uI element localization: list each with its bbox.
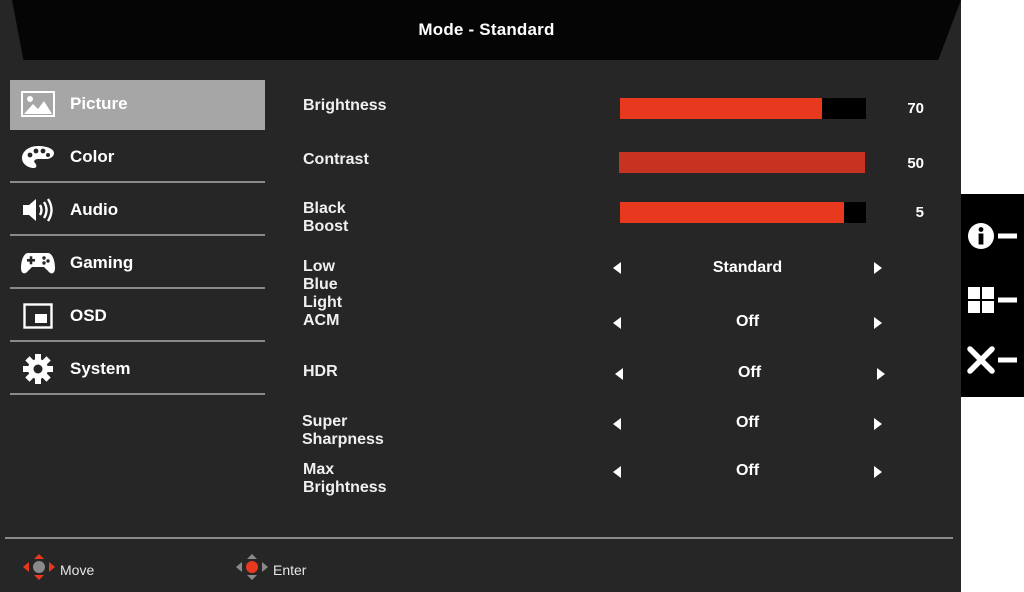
setting-label-black-boost: Black Boost bbox=[303, 200, 349, 235]
menu-item-label: System bbox=[70, 359, 131, 378]
contrast-slider[interactable] bbox=[619, 152, 865, 173]
hdr-value: Off bbox=[737, 364, 762, 381]
move-dpad-icon bbox=[22, 553, 56, 586]
picture-icon bbox=[20, 89, 56, 119]
max-brightness-left-arrow-icon[interactable] bbox=[613, 466, 621, 478]
hint-move: Move bbox=[22, 553, 94, 586]
menu-item-label: Picture bbox=[70, 94, 128, 113]
gamepad-icon bbox=[20, 248, 56, 278]
contrast-fill bbox=[619, 152, 865, 173]
max-brightness-value: Off bbox=[735, 462, 760, 479]
osd-window-icon bbox=[20, 301, 56, 331]
enter-dpad-icon bbox=[235, 553, 269, 586]
low-blue-light-left-arrow-icon[interactable] bbox=[613, 262, 621, 274]
setting-label-low-blue-light: Low Blue Light bbox=[303, 258, 343, 311]
palette-icon bbox=[20, 142, 56, 172]
speaker-icon bbox=[20, 195, 56, 225]
hdr-left-arrow-icon[interactable] bbox=[615, 368, 623, 380]
side-key-panel bbox=[961, 194, 1024, 397]
menu-item-picture[interactable]: Picture bbox=[10, 80, 265, 130]
menu-item-label: Color bbox=[70, 147, 115, 166]
menu-item-label: OSD bbox=[70, 306, 107, 325]
enter-label: Enter bbox=[273, 561, 307, 578]
menu-item-osd[interactable]: OSD bbox=[10, 292, 265, 342]
info-icon[interactable] bbox=[965, 219, 1021, 253]
brightness-value: 70 bbox=[907, 100, 924, 117]
setting-label-contrast: Contrast bbox=[303, 151, 369, 168]
acm-value: Off bbox=[735, 313, 760, 330]
page-title: Mode - Standard bbox=[418, 20, 555, 39]
grid-icon[interactable] bbox=[965, 283, 1021, 317]
menu-item-system[interactable]: System bbox=[10, 345, 265, 395]
contrast-value: 50 bbox=[907, 155, 924, 172]
black-boost-slider[interactable] bbox=[620, 202, 866, 223]
setting-label-acm: ACM bbox=[303, 312, 340, 329]
side-menu: Picture Color Audio Gaming OSD System bbox=[10, 80, 265, 398]
menu-item-audio[interactable]: Audio bbox=[10, 186, 265, 236]
low-blue-light-value: Standard bbox=[712, 259, 783, 276]
max-brightness-right-arrow-icon[interactable] bbox=[874, 466, 882, 478]
gear-icon bbox=[20, 354, 56, 384]
hdr-right-arrow-icon[interactable] bbox=[877, 368, 885, 380]
close-icon[interactable] bbox=[965, 343, 1021, 377]
acm-right-arrow-icon[interactable] bbox=[874, 317, 882, 329]
super-sharpness-value: Off bbox=[735, 414, 760, 431]
setting-label-super-sharpness: Super Sharpness bbox=[302, 413, 384, 448]
black-boost-value: 5 bbox=[915, 204, 924, 221]
super-sharpness-left-arrow-icon[interactable] bbox=[613, 418, 621, 430]
menu-item-label: Audio bbox=[70, 200, 119, 219]
setting-label-hdr: HDR bbox=[303, 363, 338, 380]
super-sharpness-right-arrow-icon[interactable] bbox=[874, 418, 882, 430]
hint-enter: Enter bbox=[235, 553, 306, 586]
osd-panel: Mode - Standard Picture Color Audio Gami… bbox=[0, 0, 961, 592]
menu-item-color[interactable]: Color bbox=[10, 133, 265, 183]
menu-item-gaming[interactable]: Gaming bbox=[10, 239, 265, 289]
footer-divider bbox=[5, 537, 953, 539]
title-bar: Mode - Standard bbox=[12, 0, 961, 60]
brightness-slider[interactable] bbox=[620, 98, 866, 119]
low-blue-light-right-arrow-icon[interactable] bbox=[874, 262, 882, 274]
brightness-fill bbox=[620, 98, 822, 119]
move-label: Move bbox=[60, 561, 95, 578]
acm-left-arrow-icon[interactable] bbox=[613, 317, 621, 329]
menu-item-label: Gaming bbox=[70, 253, 134, 272]
black-boost-fill bbox=[620, 202, 844, 223]
setting-label-max-brightness: Max Brightness bbox=[303, 461, 387, 496]
setting-label-brightness: Brightness bbox=[303, 97, 387, 114]
